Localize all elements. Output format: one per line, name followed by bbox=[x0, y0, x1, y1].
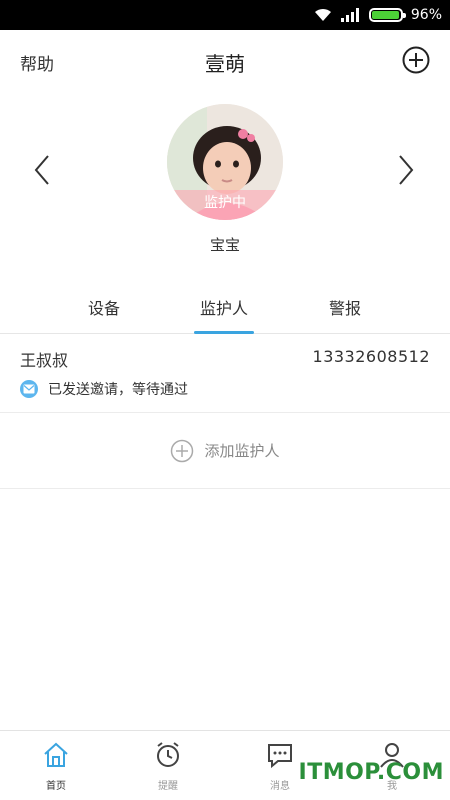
monitoring-status-label: 监护中 bbox=[167, 190, 283, 220]
add-guardian-label: 添加监护人 bbox=[204, 442, 280, 460]
tab-alerts[interactable]: 警报 bbox=[305, 292, 385, 334]
tab-guardians[interactable]: 监护人 bbox=[184, 292, 264, 334]
envelope-icon bbox=[20, 380, 38, 398]
signal-icon bbox=[340, 8, 359, 22]
guardian-status-row: 已发送邀请，等待通过 bbox=[20, 379, 188, 399]
baby-profile: 监护中 宝宝 bbox=[0, 92, 450, 272]
battery-icon bbox=[368, 8, 406, 22]
plus-circle-icon[interactable] bbox=[402, 46, 430, 74]
chevron-left-icon[interactable] bbox=[30, 152, 54, 188]
baby-name: 宝宝 bbox=[209, 236, 240, 254]
wifi-icon bbox=[314, 8, 331, 21]
tabbar-label: 提醒 bbox=[158, 781, 178, 792]
chevron-right-icon[interactable] bbox=[394, 152, 418, 188]
tabbar-item-home[interactable]: 首页 bbox=[16, 731, 96, 800]
message-icon bbox=[268, 744, 292, 769]
tabbar-item-reminders[interactable]: 提醒 bbox=[128, 731, 208, 800]
tabbar-label: 首页 bbox=[46, 781, 66, 792]
nav-bar: 帮助 壹萌 bbox=[0, 30, 450, 92]
tab-bar: 设备 监护人 警报 bbox=[0, 292, 450, 334]
invitation-status: 已发送邀请，等待通过 bbox=[48, 382, 188, 398]
avatar[interactable]: 监护中 bbox=[167, 104, 283, 220]
plus-circle-icon bbox=[171, 439, 194, 462]
guardian-phone: 13332608512 bbox=[312, 347, 430, 366]
battery-percent: 96% bbox=[410, 7, 442, 23]
status-icons: 96% bbox=[313, 0, 442, 30]
guardian-list-item[interactable]: 王叔叔 13332608512 已发送邀请，等待通过 bbox=[0, 335, 450, 413]
home-icon bbox=[44, 742, 68, 767]
battery-fill bbox=[371, 11, 399, 19]
watermark: ITMOP.COM bbox=[298, 760, 444, 785]
guardian-name: 王叔叔 bbox=[20, 351, 69, 370]
page-title: 壹萌 bbox=[205, 52, 245, 76]
tab-devices[interactable]: 设备 bbox=[64, 292, 144, 334]
alarm-clock-icon bbox=[157, 742, 179, 767]
status-bar: 96% bbox=[0, 0, 450, 30]
add-guardian-button[interactable]: 添加监护人 bbox=[0, 413, 450, 489]
